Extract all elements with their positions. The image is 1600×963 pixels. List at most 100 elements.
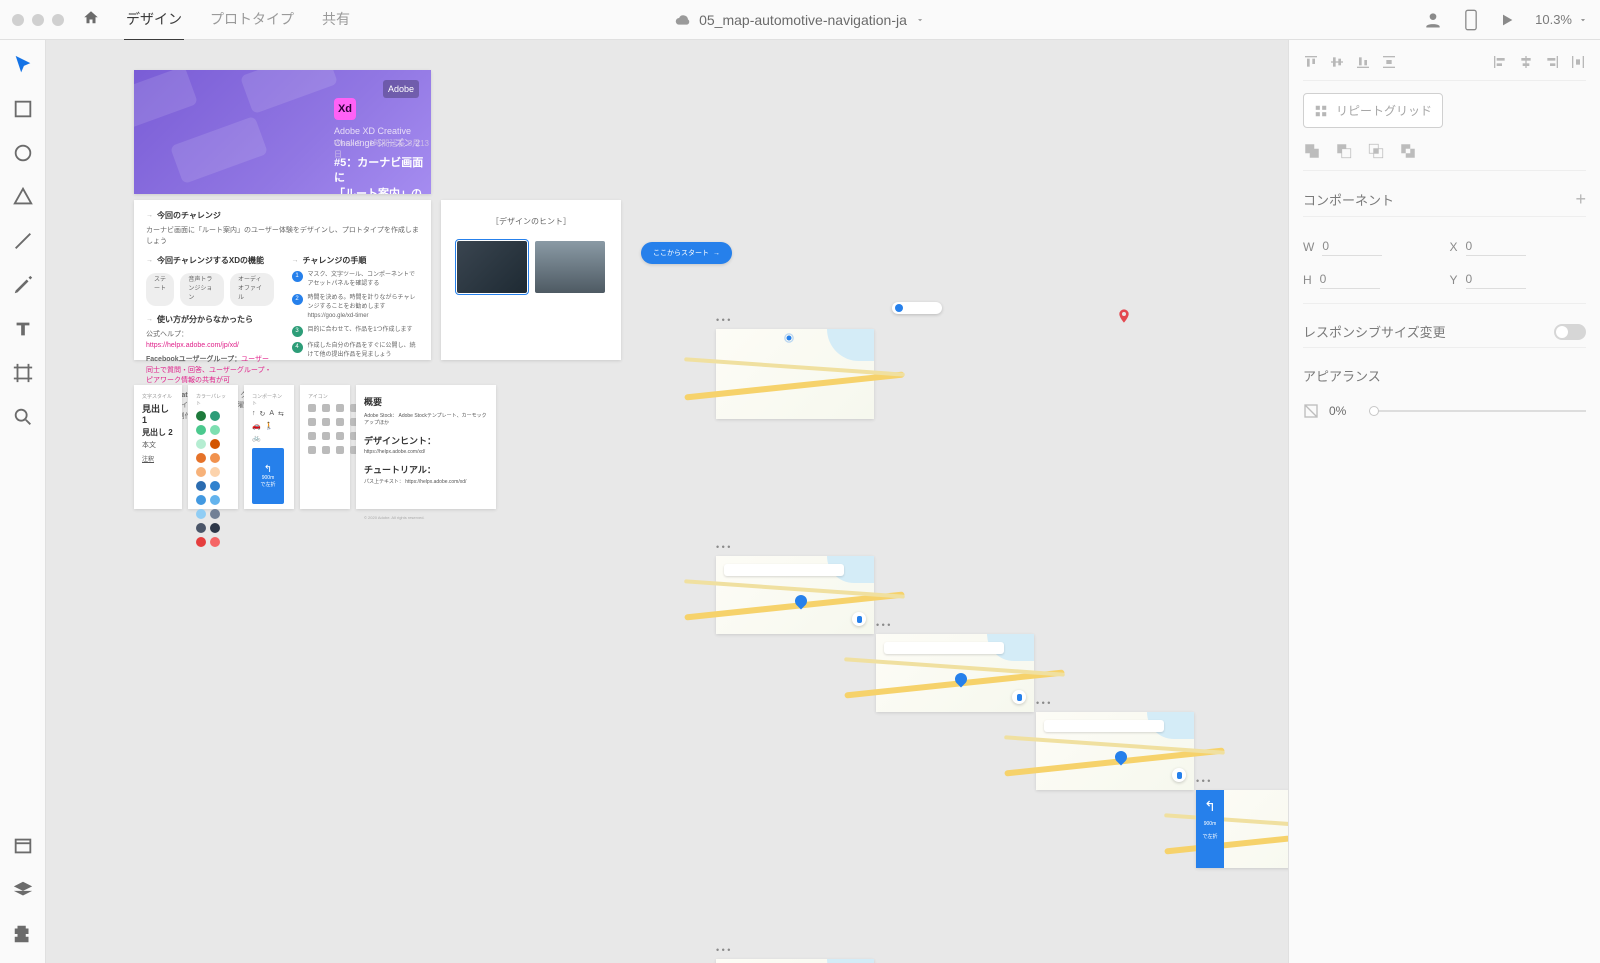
artboard-map-with-nav[interactable]: • • • ↰ 900m で左折 bbox=[1196, 790, 1288, 868]
path-add-icon[interactable] bbox=[1303, 142, 1321, 160]
path-intersect-icon[interactable] bbox=[1367, 142, 1385, 160]
align-bottom-icon[interactable] bbox=[1355, 54, 1371, 70]
path-exclude-icon[interactable] bbox=[1399, 142, 1417, 160]
color-swatch bbox=[196, 537, 206, 547]
line-tool[interactable] bbox=[12, 230, 34, 252]
app-topbar: デザイン プロトタイプ 共有 05_map-automotive-navigat… bbox=[0, 0, 1600, 40]
home-icon[interactable] bbox=[82, 9, 100, 30]
zoom-tool[interactable] bbox=[12, 406, 34, 428]
artboard-icons[interactable]: アイコン bbox=[300, 385, 350, 509]
text-tool[interactable] bbox=[12, 318, 34, 340]
assets-panel-icon[interactable] bbox=[12, 835, 34, 857]
color-swatch bbox=[196, 439, 206, 449]
steps-heading: チャレンジの手順 bbox=[292, 255, 420, 267]
sg-icons-title: アイコン bbox=[308, 393, 342, 400]
artboard-map[interactable]: • • • bbox=[876, 634, 1034, 712]
sg-h2: 見出し 2 bbox=[142, 427, 174, 438]
component-label: コンポーネント bbox=[1303, 190, 1394, 209]
artboard-map-base[interactable]: • • • bbox=[716, 329, 874, 419]
align-vcenter-icon[interactable] bbox=[1329, 54, 1345, 70]
artboard-hints[interactable]: ［デザインのヒント］ Android Auto Hyundai Bluelink bbox=[441, 200, 621, 360]
zoom-value: 10.3% bbox=[1535, 12, 1572, 27]
opacity-slider[interactable] bbox=[1369, 410, 1586, 412]
color-swatch bbox=[210, 537, 220, 547]
hint-image-2: Hyundai Bluelink bbox=[535, 241, 605, 293]
start-here-button[interactable]: ここからスタート → bbox=[641, 242, 732, 264]
window-traffic-lights bbox=[12, 14, 64, 26]
align-right-icon[interactable] bbox=[1544, 54, 1560, 70]
artboard-text-styles[interactable]: 文字スタイル 見出し 1 見出し 2 本文 注釈 bbox=[134, 385, 182, 509]
hero-title: #5：カーナビ画面に 「ルート案内」のユーザー体験を追加 bbox=[334, 156, 431, 194]
map-pin-icon[interactable] bbox=[1116, 308, 1132, 324]
artboard-components[interactable]: コンポーネント ↑↻A⇆ 🚗🚶🚲 ↰ 900m で左折 bbox=[244, 385, 294, 509]
width-input[interactable] bbox=[1322, 237, 1382, 256]
align-hcenter-icon[interactable] bbox=[1518, 54, 1534, 70]
rectangle-tool[interactable] bbox=[12, 98, 34, 120]
artboard-tool[interactable] bbox=[12, 362, 34, 384]
artboard-color-palette[interactable]: カラーパレット bbox=[188, 385, 238, 509]
tab-prototype[interactable]: プロトタイプ bbox=[208, 0, 296, 41]
right-panel: リピートグリッド コンポーネント + W X H Y レスポンシブサイズ変更 bbox=[1288, 40, 1600, 963]
color-swatch bbox=[196, 523, 206, 533]
layers-panel-icon[interactable] bbox=[12, 879, 34, 901]
repeat-grid-button[interactable]: リピートグリッド bbox=[1303, 93, 1443, 128]
artboard-map[interactable]: • • • bbox=[1036, 712, 1194, 790]
document-title[interactable]: 05_map-automotive-navigation-ja bbox=[675, 12, 925, 28]
sg-body: 本文 bbox=[142, 440, 174, 450]
repeat-grid-icon bbox=[1314, 104, 1328, 118]
color-swatches bbox=[196, 411, 230, 547]
device-preview-icon[interactable] bbox=[1463, 9, 1479, 31]
x-input[interactable] bbox=[1466, 237, 1526, 256]
artboard-hero[interactable]: Adobe Xd Adobe XD Creative Challenge シーズ… bbox=[134, 70, 431, 194]
color-swatch bbox=[210, 425, 220, 435]
align-left-icon[interactable] bbox=[1492, 54, 1508, 70]
artboard-map[interactable]: • • • bbox=[716, 556, 874, 634]
distribute-v-icon[interactable] bbox=[1381, 54, 1397, 70]
help-link: https://helpx.adobe.com/jp/xd/ bbox=[146, 342, 239, 349]
artboard-about[interactable]: 概要 Adobe Stock： Adobe Stockテンプレート、カーモックア… bbox=[356, 385, 496, 509]
width-label: W bbox=[1303, 240, 1314, 254]
play-icon[interactable] bbox=[1499, 12, 1515, 28]
plugins-panel-icon[interactable] bbox=[12, 923, 34, 945]
align-top-icon[interactable] bbox=[1303, 54, 1319, 70]
responsive-toggle[interactable] bbox=[1554, 324, 1586, 340]
height-input[interactable] bbox=[1320, 270, 1380, 289]
pill-item: ステート bbox=[146, 273, 174, 306]
design-canvas[interactable]: Adobe Xd Adobe XD Creative Challenge シーズ… bbox=[46, 40, 1288, 963]
color-swatch bbox=[210, 481, 220, 491]
left-toolbar bbox=[0, 40, 46, 963]
add-component-button[interactable]: + bbox=[1575, 189, 1586, 210]
nav-overlay: ↰ 900m で左折 bbox=[1196, 790, 1224, 868]
path-subtract-icon[interactable] bbox=[1335, 142, 1353, 160]
location-dot-icon[interactable] bbox=[784, 330, 794, 340]
tab-design[interactable]: デザイン bbox=[124, 0, 184, 41]
cta-container: ここからスタート → bbox=[641, 242, 732, 264]
y-input[interactable] bbox=[1466, 270, 1526, 289]
document-title-text: 05_map-automotive-navigation-ja bbox=[699, 12, 907, 28]
about-link-1: https://helpx.adobe.com/xd/ bbox=[364, 449, 488, 455]
opacity-control: 0% bbox=[1303, 403, 1586, 419]
pill-item: オーディオファイル bbox=[230, 273, 273, 306]
pen-tool[interactable] bbox=[12, 274, 34, 296]
artboard-map[interactable]: • • • bbox=[716, 959, 874, 963]
color-swatch bbox=[210, 439, 220, 449]
transform-section: W X H Y bbox=[1303, 229, 1586, 304]
select-tool[interactable] bbox=[12, 54, 34, 76]
tab-share[interactable]: 共有 bbox=[320, 0, 352, 41]
distribute-h-icon[interactable] bbox=[1570, 54, 1586, 70]
adobe-badge: Adobe bbox=[383, 80, 419, 98]
ellipse-tool[interactable] bbox=[12, 142, 34, 164]
avatar-icon[interactable] bbox=[1423, 10, 1443, 30]
slider-component[interactable] bbox=[892, 302, 942, 314]
artboard-instructions[interactable]: 今回のチャレンジ カーナビ画面に「ルート案内」のユーザー体験をデザインし、プロト… bbox=[134, 200, 431, 360]
traffic-minimize[interactable] bbox=[32, 14, 44, 26]
traffic-close[interactable] bbox=[12, 14, 24, 26]
traffic-zoom[interactable] bbox=[52, 14, 64, 26]
height-label: H bbox=[1303, 273, 1312, 287]
fb-label: Facebookユーザーグループ： bbox=[146, 356, 241, 363]
cta-label: ここからスタート bbox=[653, 248, 709, 258]
zoom-dropdown[interactable]: 10.3% bbox=[1535, 12, 1588, 27]
polygon-tool[interactable] bbox=[12, 186, 34, 208]
color-swatch bbox=[196, 481, 206, 491]
repeat-grid-label: リピートグリッド bbox=[1336, 102, 1432, 119]
